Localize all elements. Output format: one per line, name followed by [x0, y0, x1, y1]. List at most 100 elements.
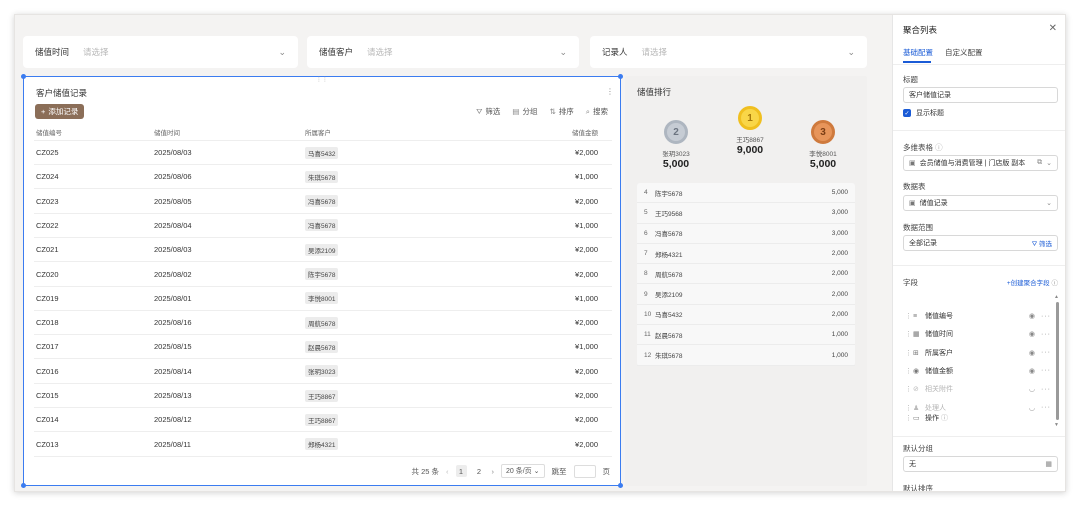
table-row[interactable]: CZ018 2025/08/16 周航5678 ¥2,000 — [34, 311, 612, 336]
field-item[interactable]: ⋮ ⊘ 相关附件 ◡ ··· — [905, 381, 1051, 397]
table-row[interactable]: CZ015 2025/08/13 王巧8867 ¥2,000 — [34, 384, 612, 408]
more-icon[interactable]: ⋮ — [606, 87, 614, 96]
table-row[interactable]: CZ013 2025/08/11 郑杨4321 ¥2,000 — [34, 433, 612, 457]
date-cell: 2025/08/13 — [154, 391, 192, 400]
resize-handle[interactable] — [21, 483, 26, 488]
range-filter-button[interactable]: ⛛ 筛选 — [1032, 238, 1052, 249]
more-icon[interactable]: ··· — [1041, 313, 1051, 320]
close-icon[interactable]: ✕ — [1049, 23, 1057, 34]
more-icon[interactable]: ··· — [1041, 386, 1051, 393]
filter-storage-customer[interactable]: 储值客户 请选择 ⌄ — [307, 36, 579, 68]
datatable-select[interactable]: ▣ 储值记录 ⌄ — [903, 195, 1058, 211]
column-header[interactable]: 储值编号 — [34, 127, 154, 140]
scroll-up-icon[interactable]: ▲ — [1054, 294, 1059, 300]
group-select[interactable]: 无 ▦ — [903, 456, 1058, 472]
table-row[interactable]: CZ023 2025/08/05 冯喜5678 ¥2,000 — [34, 190, 612, 214]
rank-number: 9 — [644, 290, 648, 298]
add-aggregate-field-button[interactable]: +创建聚合字段 ⓘ — [1007, 277, 1058, 287]
podium-value: 9,000 — [736, 144, 764, 156]
tab-basic-config[interactable]: 基础配置 — [903, 47, 933, 58]
table-row[interactable]: CZ017 2025/08/15 赵晨5678 ¥1,000 — [34, 335, 612, 360]
next-page-icon[interactable]: › — [492, 467, 495, 476]
customer-tag: 王巧8867 — [305, 389, 339, 402]
amount-cell: ¥2,000 — [575, 391, 598, 400]
filter-storage-time[interactable]: 储值时间 请选择 ⌄ — [23, 36, 298, 68]
title-input-value: 客户储值记录 — [909, 92, 951, 99]
date-cell: 2025/08/12 — [154, 415, 192, 425]
eye-off-icon[interactable]: ◡ — [1029, 385, 1036, 393]
field-type-icon: ▦ — [913, 331, 920, 339]
table-row[interactable]: CZ014 2025/08/12 王巧8867 ¥2,000 — [34, 408, 612, 433]
drag-handle-icon[interactable]: ⋮ — [905, 367, 913, 375]
field-type-icon: ◉ — [913, 367, 920, 375]
jump-input[interactable] — [573, 464, 596, 478]
table-row[interactable]: CZ024 2025/08/06 朱琪5678 ¥1,000 — [34, 165, 612, 190]
field-item[interactable]: ⋮ ▦ 储值时间 ◉ ··· — [905, 326, 1051, 342]
drag-handle-icon[interactable]: ⋮ — [905, 330, 913, 338]
filter-button[interactable]: ⛛ 筛选 — [476, 106, 500, 117]
more-icon[interactable]: ··· — [1041, 349, 1051, 356]
column-header[interactable]: 储值金额 — [505, 127, 612, 140]
resize-handle[interactable] — [618, 74, 623, 79]
table-row[interactable]: CZ019 2025/08/01 李悦8001 ¥1,000 — [34, 287, 612, 311]
record-id-cell: CZ021 — [36, 245, 59, 255]
prev-page-icon[interactable]: ‹ — [446, 467, 449, 476]
records-table-card[interactable]: ⋮⋮ ⋮ 客户储值记录 + 添加记录 ⛛ 筛选 ▤ 分组 ⇅ 排序 ⌕ 搜索 储值编号 … — [21, 74, 623, 488]
rank-value: 3,000 — [831, 229, 848, 237]
eye-icon[interactable]: ◉ — [1029, 330, 1036, 338]
table-row[interactable]: CZ020 2025/08/02 陈宇5678 ¥2,000 — [34, 263, 612, 287]
page-2-button[interactable]: 2 — [474, 465, 485, 477]
table-row[interactable]: CZ022 2025/08/04 冯喜5678 ¥1,000 — [34, 214, 612, 238]
filter-recorder[interactable]: 记录人 请选择 ⌄ — [590, 36, 867, 68]
external-link-icon[interactable]: ⧉ — [1037, 159, 1042, 167]
record-id-cell: CZ013 — [36, 439, 59, 449]
drag-handle-icon[interactable]: ⋮ — [905, 414, 913, 422]
table-row[interactable]: CZ021 2025/08/03 吴添2109 ¥2,000 — [34, 238, 612, 263]
add-record-button[interactable]: + 添加记录 — [35, 104, 85, 119]
drag-handle-icon[interactable]: ⋮⋮ — [316, 76, 328, 83]
field-item-operations[interactable]: ⋮ ▭ 操作 ⓘ — [905, 410, 1051, 426]
chevron-down-icon: ⌄ — [847, 46, 855, 57]
show-title-checkbox[interactable]: ✓ 显示标题 — [903, 108, 944, 118]
scroll-down-icon[interactable]: ▼ — [1054, 422, 1059, 428]
range-select[interactable]: 全部记录 ⛛ 筛选 — [903, 235, 1058, 251]
rank-value: 2,000 — [831, 270, 848, 278]
app-window: 储值时间 请选择 ⌄ 储值客户 请选择 ⌄ 记录人 请选择 ⌄ ⋮⋮ ⋮ 客户储… — [14, 14, 1066, 492]
ranking-row: 6 冯喜5678 3,000 — [637, 224, 855, 244]
ranking-card[interactable]: 储值排行 2 张玥3023 5,000 1 王巧8867 9,000 3 李悦8… — [625, 76, 867, 486]
rank-name: 郑杨4321 — [655, 251, 683, 259]
ranking-title: 储值排行 — [637, 87, 672, 97]
multi-table-select[interactable]: ▣ 会员储值与消费管理 | 门店版 副本 ⧉ ⌄ — [903, 155, 1058, 171]
more-icon[interactable]: ··· — [1041, 367, 1051, 374]
page-1-button[interactable]: 1 — [455, 465, 467, 477]
group-button[interactable]: ▤ 分组 — [512, 106, 537, 117]
search-button[interactable]: ⌕ 搜索 — [586, 106, 608, 117]
field-item[interactable]: ⋮ ⊞ 所属客户 ◉ ··· — [905, 345, 1051, 361]
table-row[interactable]: CZ016 2025/08/14 张玥3023 ¥2,000 — [34, 360, 612, 384]
group-icon: ▤ — [512, 107, 520, 116]
record-id-cell: CZ025 — [36, 148, 59, 157]
scrollbar[interactable] — [1056, 302, 1059, 420]
drag-handle-icon[interactable]: ⋮ — [905, 312, 913, 320]
table-row[interactable]: CZ025 2025/08/03 马喜5432 ¥2,000 — [34, 141, 612, 165]
resize-handle[interactable] — [21, 74, 26, 79]
sort-button[interactable]: ⇅ 排序 — [550, 106, 574, 117]
column-header[interactable]: 所属客户 — [305, 127, 505, 140]
eye-icon[interactable]: ◉ — [1029, 349, 1036, 357]
drag-handle-icon[interactable]: ⋮ — [905, 385, 913, 393]
pagination: 共 25 条 ‹ 1 2 › 20 条/页 ⌄ 跳至 页 — [411, 464, 610, 478]
drag-handle-icon[interactable]: ⋮ — [905, 349, 913, 357]
title-input[interactable]: 客户储值记录 — [903, 87, 1058, 103]
eye-icon[interactable]: ◉ — [1029, 312, 1036, 320]
silver-medal-icon: 2 — [664, 120, 688, 144]
page-size-select[interactable]: 20 条/页 ⌄ — [501, 464, 545, 478]
resize-handle[interactable] — [618, 483, 623, 488]
field-item[interactable]: ⋮ ≡ 储值编号 ◉ ··· — [905, 308, 1051, 324]
sort-icon: ⇅ — [549, 107, 556, 116]
field-item[interactable]: ⋮ ◉ 储值金额 ◉ ··· — [905, 363, 1051, 379]
tab-custom-config[interactable]: 自定义配置 — [945, 47, 983, 58]
more-icon[interactable]: ··· — [1041, 331, 1051, 338]
eye-icon[interactable]: ◉ — [1029, 367, 1036, 375]
datatable-label: 数据表 — [903, 182, 926, 191]
column-header[interactable]: 储值时间 — [154, 127, 305, 140]
